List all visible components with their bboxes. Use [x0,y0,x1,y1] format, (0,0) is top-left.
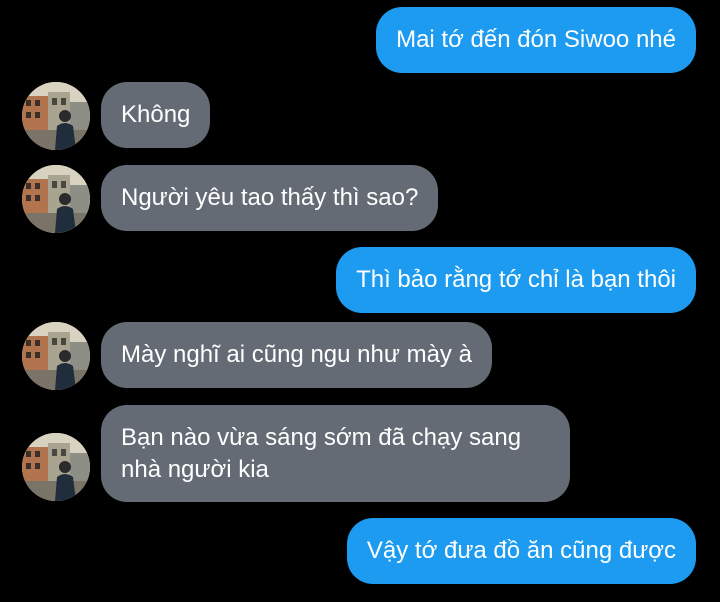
message-text: Người yêu tao thấy thì sao? [121,184,419,211]
message-bubble-outgoing[interactable]: Mai tớ đến đón Siwoo nhé [376,7,696,73]
chat-thread: Mai tớ đến đón Siwoo nhé Không Người yêu… [0,0,720,602]
message-text: Vậy tớ đưa đồ ăn cũng được [366,537,676,564]
contact-avatar-icon[interactable] [22,165,90,233]
message-text: Bạn nào vừa sáng sớm đã chạy sang nhà ng… [121,424,522,483]
message-bubble-outgoing[interactable]: Vậy tớ đưa đồ ăn cũng được [346,518,696,584]
message-bubble-incoming[interactable]: Mày nghĩ ai cũng ngu như mày à [101,322,492,388]
contact-avatar-icon[interactable] [22,82,90,150]
message-bubble-incoming[interactable]: Không [101,82,211,148]
message-bubble-incoming[interactable]: Người yêu tao thấy thì sao? [101,165,439,231]
message-text: Mày nghĩ ai cũng ngu như mày à [121,341,472,368]
message-bubble-outgoing[interactable]: Thì bảo rằng tớ chỉ là bạn thôi [336,247,696,313]
message-text: Mai tớ đến đón Siwoo nhé [396,26,676,53]
message-text: Không [121,101,191,128]
message-bubble-incoming[interactable]: Bạn nào vừa sáng sớm đã chạy sang nhà ng… [101,405,570,502]
contact-avatar-icon[interactable] [22,322,90,390]
contact-avatar-icon[interactable] [22,433,90,501]
message-text: Thì bảo rằng tớ chỉ là bạn thôi [356,266,676,293]
